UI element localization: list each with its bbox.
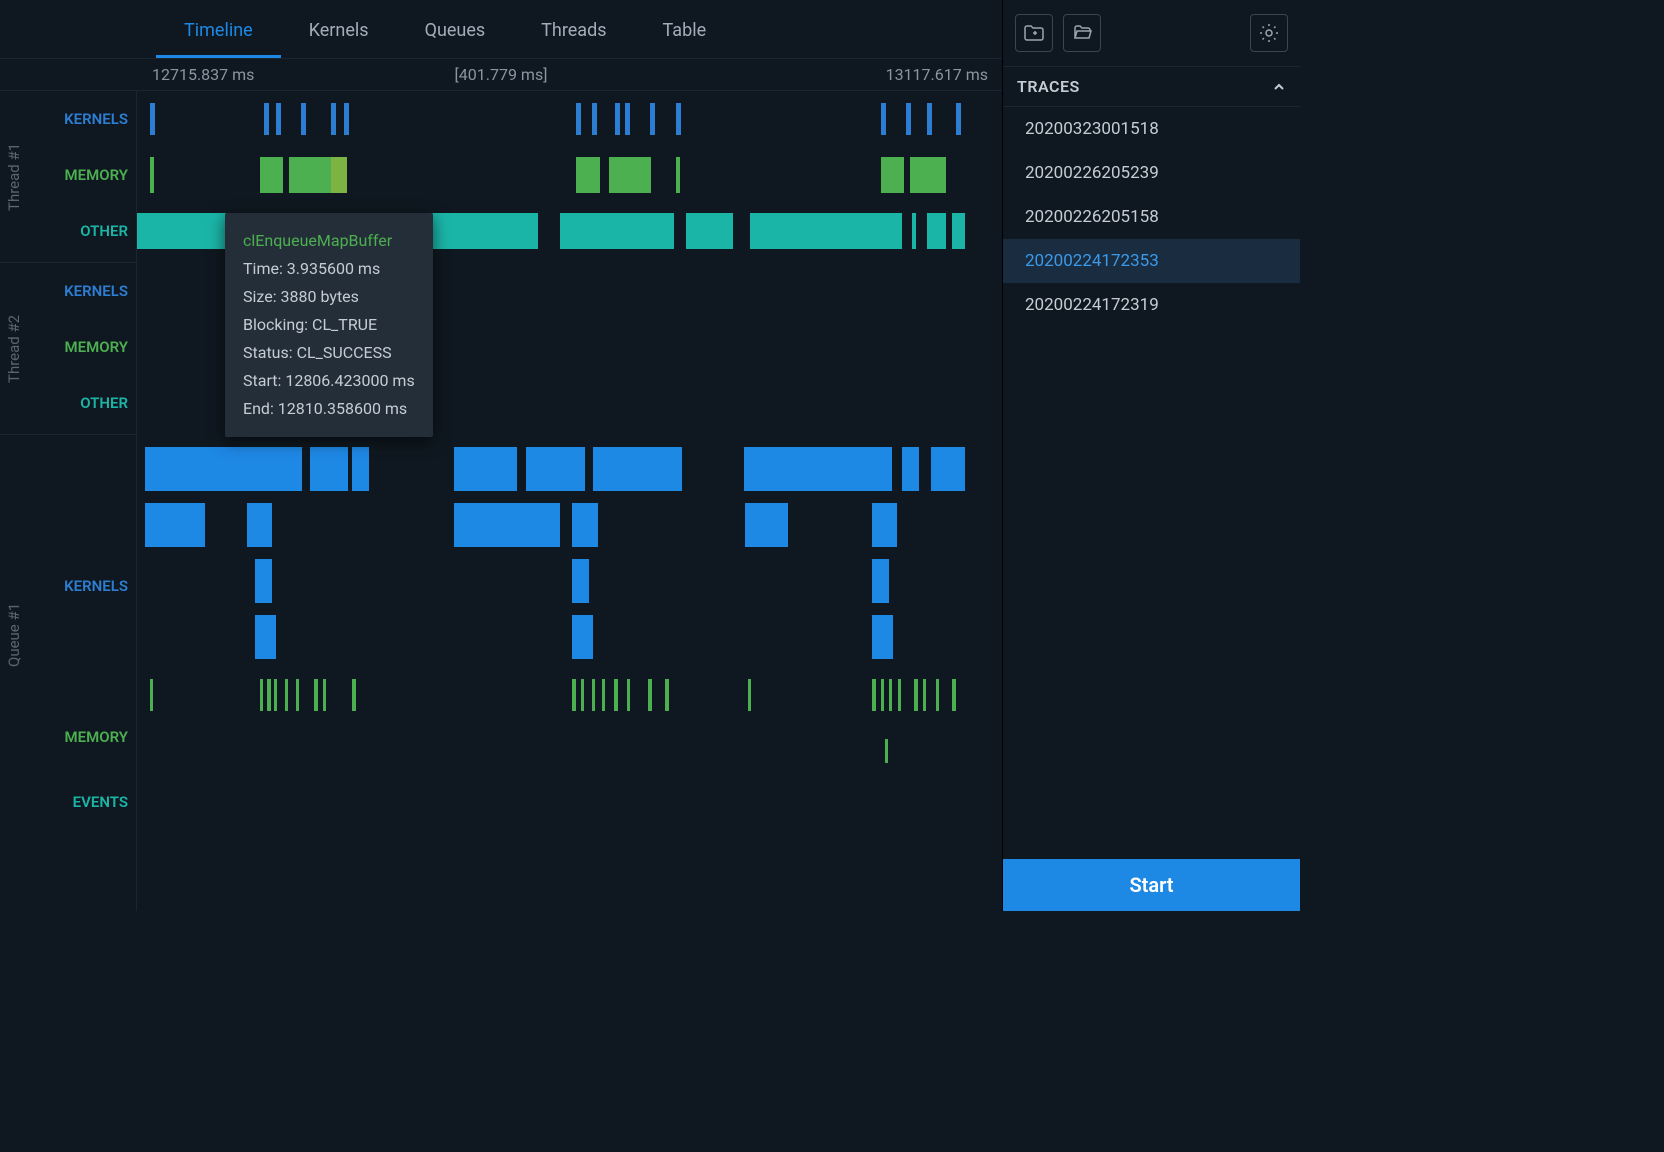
tooltip-end: End: 12810.358600 ms — [243, 395, 415, 423]
row-label-other: OTHER — [28, 203, 136, 259]
tab-timeline[interactable]: Timeline — [156, 0, 281, 58]
new-folder-button[interactable] — [1015, 14, 1053, 52]
tab-table[interactable]: Table — [635, 0, 735, 58]
row-label-kernels: KERNELS — [28, 263, 136, 319]
tab-kernels[interactable]: Kernels — [281, 0, 397, 58]
time-ruler: 12715.837 ms [401.779 ms] 13117.617 ms — [0, 59, 1002, 91]
gear-icon — [1259, 23, 1279, 43]
trace-item[interactable]: 20200224172319 — [1003, 283, 1300, 327]
tooltip-size: Size: 3880 bytes — [243, 283, 415, 311]
row-label-other: OTHER — [28, 375, 136, 431]
tooltip-start: Start: 12806.423000 ms — [243, 367, 415, 395]
row-label-memory: MEMORY — [28, 147, 136, 203]
row-label-events: EVENTS — [28, 770, 136, 835]
event-tooltip: clEnqueueMapBuffer Time: 3.935600 ms Siz… — [225, 213, 433, 437]
tab-queues[interactable]: Queues — [397, 0, 514, 58]
folder-open-icon — [1072, 25, 1092, 41]
row-label-memory: MEMORY — [28, 319, 136, 375]
tooltip-title: clEnqueueMapBuffer — [243, 227, 415, 255]
row-label-kernels: KERNELS — [28, 91, 136, 147]
chevron-up-icon — [1272, 80, 1286, 94]
trace-item[interactable]: 20200323001518 — [1003, 107, 1300, 151]
open-folder-button[interactable] — [1063, 14, 1101, 52]
tab-bar: Timeline Kernels Queues Threads Table — [0, 0, 1002, 59]
tab-threads[interactable]: Threads — [513, 0, 634, 58]
group-thread1: Thread #1 — [0, 91, 28, 262]
time-end: 13117.617 ms — [886, 65, 988, 84]
folder-plus-icon — [1024, 25, 1044, 41]
trace-item[interactable]: 20200226205239 — [1003, 151, 1300, 195]
settings-button[interactable] — [1250, 14, 1288, 52]
start-button[interactable]: Start — [1003, 859, 1300, 911]
time-span: [401.779 ms] — [455, 65, 548, 84]
tooltip-status: Status: CL_SUCCESS — [243, 339, 415, 367]
row-label-memory: MEMORY — [28, 705, 136, 770]
group-thread2: Thread #2 — [0, 263, 28, 434]
group-queue1: Queue #1 — [0, 435, 28, 835]
traces-list: 2020032300151820200226205239202002262051… — [1003, 107, 1300, 859]
trace-item[interactable]: 20200224172353 — [1003, 239, 1300, 283]
traces-header[interactable]: TRACES — [1003, 67, 1300, 107]
tooltip-blocking: Blocking: CL_TRUE — [243, 311, 415, 339]
trace-item[interactable]: 20200226205158 — [1003, 195, 1300, 239]
time-start: 12715.837 ms — [152, 65, 254, 84]
tooltip-time: Time: 3.935600 ms — [243, 255, 415, 283]
row-label-kernels: KERNELS — [28, 435, 136, 705]
row-labels: Thread #1 KERNELS MEMORY OTHER Thread #2… — [0, 91, 137, 911]
